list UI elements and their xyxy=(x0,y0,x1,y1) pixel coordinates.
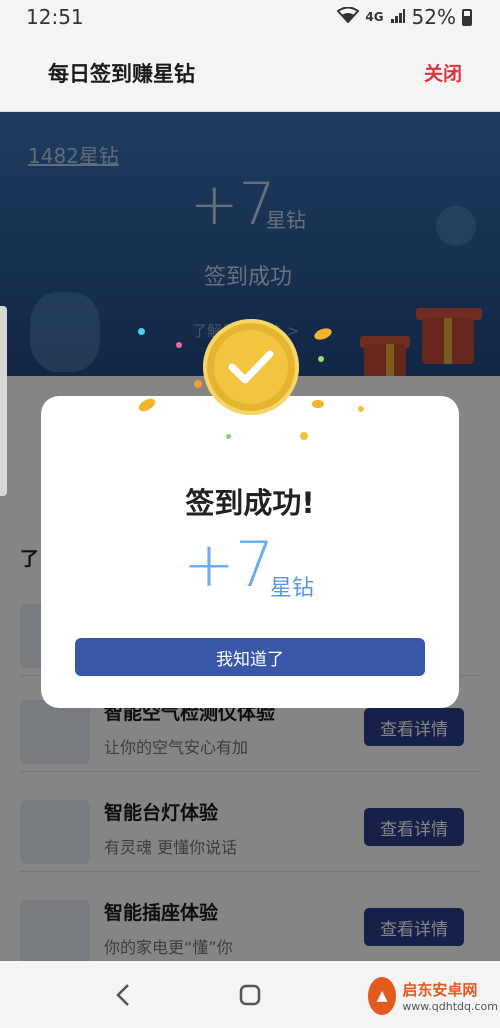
coin-decor xyxy=(312,400,324,408)
home-icon[interactable] xyxy=(230,975,270,1015)
back-icon[interactable] xyxy=(103,975,143,1015)
status-icons: 4G 52% xyxy=(336,5,472,29)
confetti-decor xyxy=(138,328,145,335)
battery-percent: 52% xyxy=(411,5,456,29)
page-title: 每日签到赚星钻 xyxy=(48,61,195,86)
wifi-icon xyxy=(336,6,360,28)
confetti-decor xyxy=(300,432,308,440)
confetti-decor xyxy=(194,380,202,388)
status-time: 12:51 xyxy=(26,5,84,29)
status-bar: 12:51 4G 52% xyxy=(0,0,500,34)
site-watermark: ▲ 启东安卓网 www.qdhtdq.com xyxy=(368,968,498,1024)
got-it-button[interactable]: 我知道了 xyxy=(75,638,425,676)
watermark-name: 启东安卓网 xyxy=(402,981,478,999)
confetti-decor xyxy=(318,356,324,362)
dialog-title: 签到成功! xyxy=(185,486,315,520)
confetti-decor xyxy=(226,434,231,439)
dialog-gain-unit: 星钻 xyxy=(270,576,315,601)
battery-icon xyxy=(462,8,472,26)
signal-icon xyxy=(390,5,406,29)
watermark-logo-icon: ▲ xyxy=(368,977,397,1015)
network-type: 4G xyxy=(365,10,384,24)
dialog-gain-value: +7 xyxy=(183,528,275,601)
signin-success-dialog: 签到成功! +7 星钻 我知道了 xyxy=(41,396,459,708)
edge-panel-handle[interactable] xyxy=(0,306,7,496)
confetti-decor xyxy=(358,406,364,412)
app-header: 每日签到赚星钻 关闭 xyxy=(0,34,500,112)
confetti-decor xyxy=(176,342,182,348)
check-medal-icon xyxy=(203,319,299,415)
close-button[interactable]: 关闭 xyxy=(424,59,462,86)
watermark-url: www.qdhtdq.com xyxy=(402,1000,498,1013)
